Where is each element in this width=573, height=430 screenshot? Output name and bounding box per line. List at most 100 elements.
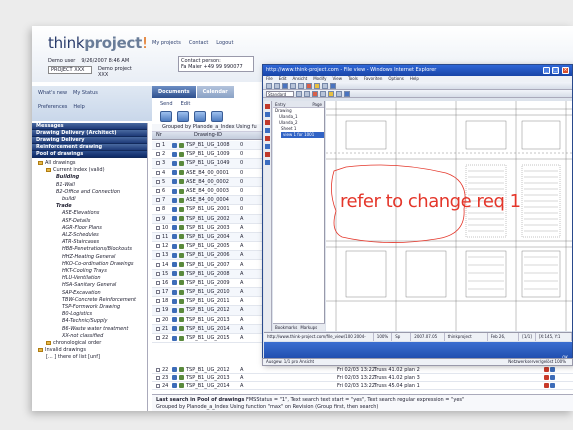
tree-trade-item[interactable]: ATR-Staircases xyxy=(34,239,145,246)
row-checkbox[interactable] xyxy=(156,375,160,380)
row-checkbox[interactable] xyxy=(156,290,160,295)
help-link[interactable]: Help xyxy=(73,104,84,110)
col-nr[interactable]: Nr xyxy=(152,132,172,139)
redline-annotation[interactable]: refer to change req 1 xyxy=(340,191,521,212)
tree-chronological[interactable]: chronological order xyxy=(34,340,145,347)
row-checkbox[interactable] xyxy=(156,216,160,221)
my-projects-link[interactable]: My projects xyxy=(152,40,181,46)
tree-trade-item[interactable]: HKT-Cooling Trays xyxy=(34,268,145,275)
table-row[interactable]: 22 TSP_B1_UG_2012 A Fri 02/03 13:22 Truss 41… xyxy=(152,366,573,374)
tree-b2-office[interactable]: B2-Office and Connection xyxy=(34,189,145,196)
tool-icon[interactable] xyxy=(265,112,270,117)
section-messages[interactable]: Messages xyxy=(32,123,147,130)
tree-b1-wall[interactable]: B1-Wall xyxy=(34,182,145,189)
row-checkbox[interactable] xyxy=(156,383,160,388)
tree-trade-item[interactable]: ASE-Elevations xyxy=(34,210,145,217)
tree-trade-item[interactable]: B6-Waste water treatment xyxy=(34,326,145,333)
tree-trade-item[interactable]: TSP-Formwork Drawing xyxy=(34,304,145,311)
row-checkbox[interactable] xyxy=(156,244,160,249)
send-button[interactable]: Send xyxy=(160,101,173,107)
section-reinforcement[interactable]: Reinforcement drawing xyxy=(32,144,147,151)
tree-trade-item[interactable]: HHZ-Heating General xyxy=(34,254,145,261)
tree-node-selected[interactable]: view 1 for 1001 xyxy=(281,132,324,138)
tree-trade-item[interactable]: ALZ-Schedules xyxy=(34,232,145,239)
open-icon[interactable] xyxy=(266,83,272,89)
pen-icon[interactable] xyxy=(312,91,318,97)
minimize-icon[interactable]: _ xyxy=(543,67,550,74)
tree-trade-item[interactable]: XX-not classified xyxy=(34,333,145,340)
logout-link[interactable]: Logout xyxy=(216,40,233,46)
tree-building[interactable]: Building xyxy=(34,174,145,181)
menu-ansicht[interactable]: Ansicht xyxy=(292,76,307,82)
italic-icon[interactable] xyxy=(304,91,310,97)
row-checkbox[interactable] xyxy=(156,161,160,166)
fit-icon[interactable] xyxy=(330,83,336,89)
whats-new-link[interactable]: What's new xyxy=(38,90,67,96)
line-icon[interactable] xyxy=(320,91,326,97)
row-checkbox[interactable] xyxy=(156,152,160,157)
save-icon[interactable] xyxy=(274,83,280,89)
menu-modify[interactable]: Modify xyxy=(313,76,326,82)
tree-trade-item[interactable]: B4-Technic/Supply xyxy=(34,318,145,325)
tool-icon[interactable] xyxy=(265,128,270,133)
tab-calendar[interactable]: Calendar xyxy=(196,86,234,98)
row-checkbox[interactable] xyxy=(156,253,160,258)
drawing-canvas[interactable]: refer to change req 1 xyxy=(326,101,572,331)
view-icon[interactable] xyxy=(550,383,555,388)
menu-tools[interactable]: Tools xyxy=(348,76,358,82)
row-checkbox[interactable] xyxy=(156,280,160,285)
menu-file[interactable]: File xyxy=(266,76,273,82)
tree-trade-item[interactable]: TBW-Concrete Reinforcement xyxy=(34,297,145,304)
row-checkbox[interactable] xyxy=(156,207,160,212)
tab-markups-tree[interactable]: Markups Tree xyxy=(300,324,325,338)
tree-trade[interactable]: Trade xyxy=(34,203,145,210)
menu-options[interactable]: Options xyxy=(388,76,403,82)
section-drawing-delivery-architect[interactable]: Drawing Delivery (Architect) xyxy=(32,130,147,137)
tree-trade-item[interactable]: ASF-Details xyxy=(34,218,145,225)
preferences-link[interactable]: Preferences xyxy=(38,104,67,110)
rotate-icon[interactable] xyxy=(322,83,328,89)
pdf-icon[interactable] xyxy=(544,367,549,372)
highlight-icon[interactable] xyxy=(314,83,320,89)
tree-current-index[interactable]: Current index (valid) xyxy=(34,167,145,174)
view-icon[interactable] xyxy=(550,375,555,380)
tool-icon[interactable] xyxy=(265,136,270,141)
menu-view[interactable]: View xyxy=(333,76,343,82)
print-icon[interactable] xyxy=(211,111,223,122)
download-icon[interactable] xyxy=(177,111,189,122)
measure-icon[interactable] xyxy=(344,91,350,97)
menu-help[interactable]: Help xyxy=(410,76,419,82)
menu-favoriten[interactable]: Favoriten xyxy=(364,76,383,82)
row-checkbox[interactable] xyxy=(156,170,160,175)
row-checkbox[interactable] xyxy=(156,336,160,341)
copy-icon[interactable] xyxy=(194,111,206,122)
markup-icon[interactable] xyxy=(306,83,312,89)
project-select[interactable]: PROJECT XXX xyxy=(48,66,92,74)
tool-icon[interactable] xyxy=(265,120,270,125)
print-icon[interactable] xyxy=(282,83,288,89)
row-checkbox[interactable] xyxy=(156,367,160,372)
tree-invalid[interactable]: Invalid drawings xyxy=(34,347,145,354)
my-status-link[interactable]: My Status xyxy=(73,90,98,96)
tab-documents[interactable]: Documents xyxy=(152,86,196,98)
section-drawing-delivery[interactable]: Drawing Delivery xyxy=(32,137,147,144)
section-pool-of-drawings[interactable]: Pool of drawings xyxy=(32,151,147,158)
row-checkbox[interactable] xyxy=(156,179,160,184)
tree-trade-item[interactable]: HKO-Co-ordination Drawings xyxy=(34,261,145,268)
table-row[interactable]: 24 TSP_B1_UG_2014 A Fri 02/03 13:22 Truss 45… xyxy=(152,382,573,390)
zoom-select[interactable]: Standard xyxy=(266,91,294,97)
row-checkbox[interactable] xyxy=(156,262,160,267)
tree-trade-item[interactable]: B0-Logistics xyxy=(34,311,145,318)
row-checkbox[interactable] xyxy=(156,225,160,230)
tree-all-drawings[interactable]: All drawings xyxy=(34,160,145,167)
tool-icon[interactable] xyxy=(265,160,270,165)
row-checkbox[interactable] xyxy=(156,326,160,331)
tool-icon[interactable] xyxy=(265,152,270,157)
contact-link[interactable]: Contact xyxy=(189,40,208,46)
note-icon[interactable] xyxy=(328,91,334,97)
tree-trade-item[interactable]: AGR-Floor Plans xyxy=(34,225,145,232)
pdf-icon[interactable] xyxy=(544,375,549,380)
viewer-titlebar[interactable]: http://www.think-project.com - File view… xyxy=(263,65,572,76)
table-row[interactable]: 23 TSP_B1_UG_2013 A Fri 02/03 13:22 Truss 41… xyxy=(152,374,573,382)
view-icon[interactable] xyxy=(550,367,555,372)
